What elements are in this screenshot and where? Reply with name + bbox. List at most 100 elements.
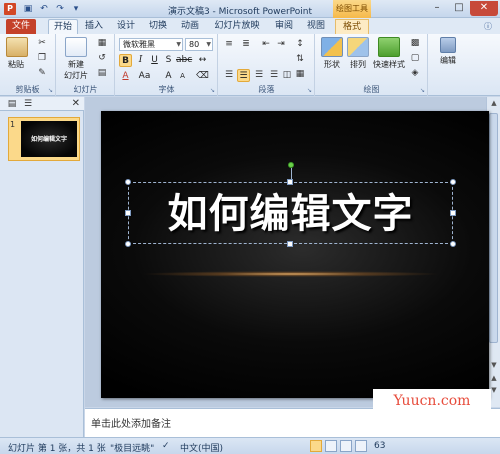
new-slide-button[interactable]: 新建 幻灯片 (61, 37, 91, 81)
shape-outline-icon[interactable]: ▢ (408, 52, 422, 65)
line-spacing-icon[interactable]: ↕ (293, 38, 307, 51)
grow-font-button[interactable]: A (162, 70, 175, 83)
italic-button[interactable]: I (134, 54, 147, 67)
align-left-icon[interactable]: ☰ (222, 69, 236, 82)
tab-format[interactable]: 格式 (335, 19, 369, 34)
reading-view-icon[interactable] (340, 440, 352, 452)
slide-canvas[interactable] (101, 111, 489, 398)
char-spacing-icon[interactable]: ↔ (196, 54, 209, 67)
spellcheck-icon[interactable]: ✓ (162, 441, 170, 451)
resize-handle-bottom-right[interactable] (450, 241, 456, 247)
group-label-slides: 幻灯片 (73, 85, 98, 94)
slide-counter: 幻灯片 第 1 张，共 1 张 (8, 444, 106, 454)
slides-tab-icon[interactable]: ▤ (6, 99, 18, 109)
paragraph-launcher-icon[interactable]: ↘ (307, 87, 312, 94)
tab-transitions[interactable]: 切换 (144, 19, 172, 34)
section-icon[interactable]: ▤ (95, 67, 109, 80)
close-panel-icon[interactable]: ✕ (72, 98, 80, 109)
close-icon[interactable]: ✕ (470, 1, 498, 16)
shape-fill-icon[interactable]: ▩ (408, 37, 422, 50)
layout-icon[interactable]: ▦ (95, 37, 109, 50)
tab-insert[interactable]: 插入 (80, 19, 108, 34)
smartart-icon[interactable]: ▦ (293, 68, 307, 81)
shapes-button[interactable]: 形状 (320, 37, 344, 70)
powerpoint-app-icon[interactable]: P (4, 3, 16, 15)
group-label-font: 字体 (158, 85, 175, 94)
tab-review[interactable]: 审阅 (270, 19, 298, 34)
cut-icon[interactable]: ✂ (35, 37, 49, 50)
edit-button[interactable]: 编辑 (435, 37, 461, 66)
watermark: Yuucn.com (373, 389, 491, 413)
font-color-button[interactable]: A (119, 70, 132, 83)
maximize-icon[interactable]: □ (448, 1, 470, 16)
tab-home[interactable]: 开始 (48, 19, 78, 34)
drawing-launcher-icon[interactable]: ↘ (420, 87, 425, 94)
font-size-combo[interactable]: 80 ▼ (185, 38, 213, 51)
slide-sorter-view-icon[interactable] (325, 440, 337, 452)
minimize-icon[interactable]: – (426, 1, 448, 16)
resize-handle-left[interactable] (125, 210, 131, 216)
new-slide-label-1: 新建 (68, 60, 84, 69)
clipboard-launcher-icon[interactable]: ↘ (48, 87, 53, 94)
copy-icon[interactable]: ❐ (35, 52, 49, 65)
help-icon[interactable]: ⓘ (482, 21, 494, 31)
zoom-level[interactable]: 63 (374, 441, 385, 451)
drawing-tools-context-title: 绘图工具 (333, 0, 371, 18)
tab-view[interactable]: 视图 (302, 19, 330, 34)
shape-effects-icon[interactable]: ◈ (408, 67, 422, 80)
increase-indent-icon[interactable]: ⇥ (274, 38, 288, 51)
group-paragraph: ≡ ≣ ⇤ ⇥ ↕ ⇅ ▦ ☰ ☰ ☰ ☰ ◫ 段落 ↘ (219, 34, 315, 96)
quick-access-toolbar: ▣ ↶ ↷ ▾ (22, 3, 82, 15)
customize-qat-icon[interactable]: ▾ (70, 3, 82, 15)
decrease-indent-icon[interactable]: ⇤ (259, 38, 273, 51)
tab-slideshow[interactable]: 幻灯片放映 (208, 19, 266, 34)
save-icon[interactable]: ▣ (22, 3, 34, 15)
shadow-button[interactable]: S (162, 54, 175, 67)
normal-view-icon[interactable] (310, 440, 322, 452)
slide-title-text[interactable]: 如何编辑文字 (128, 186, 453, 242)
shrink-font-button[interactable]: A (176, 70, 189, 83)
strikethrough-button[interactable]: abc (176, 54, 192, 67)
numbering-icon[interactable]: ≣ (239, 38, 253, 51)
bold-button[interactable]: B (119, 54, 132, 67)
slide-thumbnail-1[interactable]: 如何编辑文字 (8, 117, 80, 161)
columns-icon[interactable]: ◫ (280, 69, 294, 82)
text-direction-icon[interactable]: ⇅ (293, 53, 307, 66)
resize-handle-top-left[interactable] (125, 179, 131, 185)
tab-animations[interactable]: 动画 (176, 19, 204, 34)
resize-handle-right[interactable] (450, 210, 456, 216)
change-case-button[interactable]: Aa (138, 70, 151, 83)
theme-name: "极目远眺" (110, 444, 155, 454)
outline-tab-icon[interactable]: ☰ (22, 99, 34, 109)
arrange-button[interactable]: 排列 (346, 37, 370, 70)
reset-icon[interactable]: ↺ (95, 52, 109, 65)
slides-panel: ▤ ☰ ✕ 如何编辑文字 1 (0, 97, 84, 437)
align-center-icon[interactable]: ☰ (237, 69, 250, 82)
shapes-icon (321, 37, 343, 57)
paste-button[interactable]: 粘贴 (6, 37, 28, 70)
scrollbar-thumb[interactable] (489, 113, 498, 343)
bullets-icon[interactable]: ≡ (222, 38, 236, 51)
underline-button[interactable]: U (148, 54, 161, 67)
new-slide-label-2: 幻灯片 (64, 71, 88, 80)
tab-design[interactable]: 设计 (112, 19, 140, 34)
quick-styles-button[interactable]: 快速样式 (372, 37, 406, 70)
tab-file[interactable]: 文件 (6, 19, 36, 34)
justify-icon[interactable]: ☰ (267, 69, 281, 82)
resize-handle-bottom-left[interactable] (125, 241, 131, 247)
slideshow-view-icon[interactable] (355, 440, 367, 452)
font-launcher-icon[interactable]: ↘ (210, 87, 215, 94)
rotation-handle[interactable] (288, 162, 294, 168)
scroll-up-icon[interactable]: ▲ (487, 97, 500, 109)
redo-icon[interactable]: ↷ (54, 3, 66, 15)
clear-format-icon[interactable]: ⌫ (196, 70, 209, 83)
resize-handle-top-right[interactable] (450, 179, 456, 185)
format-painter-icon[interactable]: ✎ (35, 67, 49, 80)
resize-handle-top[interactable] (287, 179, 293, 185)
align-right-icon[interactable]: ☰ (252, 69, 266, 82)
font-name-combo[interactable]: 微软雅黑 ▼ (119, 38, 183, 51)
resize-handle-bottom[interactable] (287, 241, 293, 247)
language-indicator[interactable]: 中文(中国) (180, 441, 223, 454)
notes-placeholder: 单击此处添加备注 (91, 419, 171, 430)
undo-icon[interactable]: ↶ (38, 3, 50, 15)
